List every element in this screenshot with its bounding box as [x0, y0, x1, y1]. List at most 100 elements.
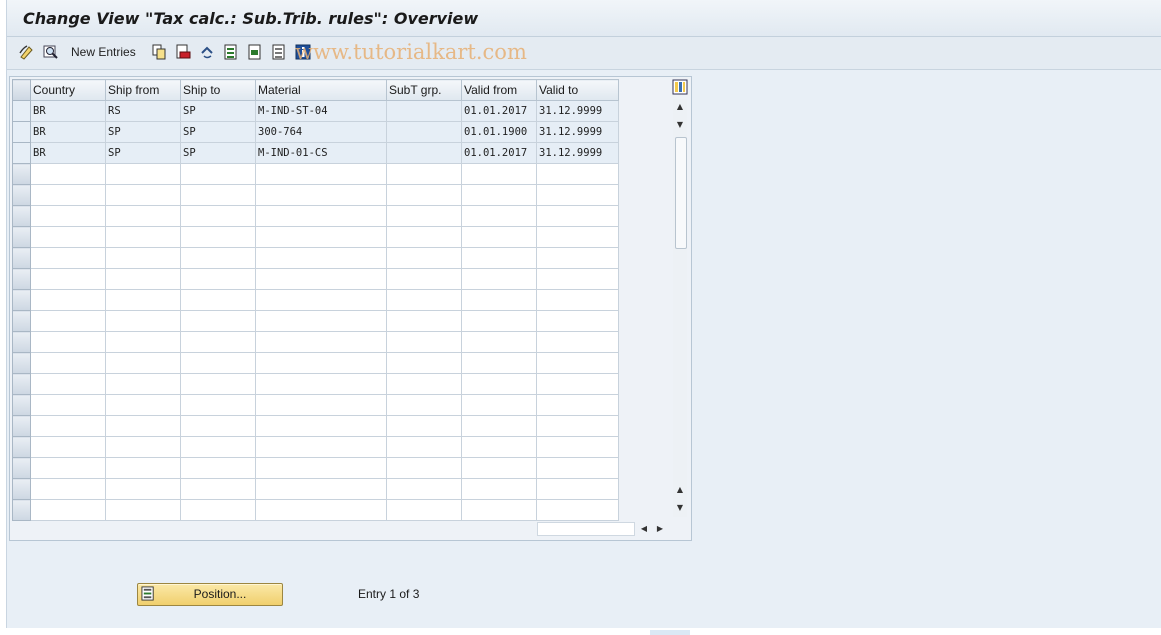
empty-cell[interactable] — [255, 226, 387, 248]
empty-cell[interactable] — [255, 394, 387, 416]
empty-cell[interactable] — [386, 457, 462, 479]
empty-cell[interactable] — [386, 268, 462, 290]
empty-cell[interactable] — [461, 394, 537, 416]
empty-cell[interactable] — [180, 457, 256, 479]
scroll-page-up-icon[interactable]: ▲ — [673, 482, 687, 496]
empty-cell[interactable] — [255, 457, 387, 479]
empty-cell[interactable] — [461, 184, 537, 206]
cell-subt-grp[interactable] — [386, 121, 462, 143]
empty-cell[interactable] — [255, 352, 387, 374]
scroll-left-icon[interactable]: ◀ — [637, 521, 651, 535]
empty-cell[interactable] — [536, 394, 619, 416]
empty-cell[interactable] — [180, 499, 256, 521]
cell-ship-to[interactable]: SP — [180, 100, 256, 122]
empty-cell[interactable] — [255, 205, 387, 227]
row-selector[interactable] — [12, 478, 31, 500]
empty-cell[interactable] — [180, 289, 256, 311]
find-button[interactable] — [43, 43, 59, 61]
cell-ship-from[interactable]: SP — [105, 121, 181, 143]
empty-cell[interactable] — [386, 352, 462, 374]
row-selector[interactable] — [12, 331, 31, 353]
empty-cell[interactable] — [536, 226, 619, 248]
empty-cell[interactable] — [461, 310, 537, 332]
scroll-right-icon[interactable]: ▶ — [653, 521, 667, 535]
empty-cell[interactable] — [180, 478, 256, 500]
empty-cell[interactable] — [30, 352, 106, 374]
empty-cell[interactable] — [461, 457, 537, 479]
vertical-scrollbar[interactable]: ▲ ▼ ▲ ▼ — [673, 99, 687, 517]
empty-cell[interactable] — [536, 289, 619, 311]
empty-cell[interactable] — [105, 436, 181, 458]
empty-cell[interactable] — [105, 394, 181, 416]
empty-cell[interactable] — [255, 373, 387, 395]
empty-cell[interactable] — [461, 331, 537, 353]
empty-cell[interactable] — [536, 163, 619, 185]
empty-cell[interactable] — [30, 226, 106, 248]
empty-cell[interactable] — [386, 184, 462, 206]
empty-cell[interactable] — [461, 268, 537, 290]
empty-cell[interactable] — [536, 184, 619, 206]
cell-ship-to[interactable]: SP — [180, 142, 256, 164]
row-selector[interactable] — [12, 310, 31, 332]
row-selector[interactable] — [12, 352, 31, 374]
empty-cell[interactable] — [105, 247, 181, 269]
empty-cell[interactable] — [386, 310, 462, 332]
empty-cell[interactable] — [255, 268, 387, 290]
row-selector[interactable] — [12, 289, 31, 311]
empty-cell[interactable] — [536, 331, 619, 353]
cell-country[interactable]: BR — [30, 121, 106, 143]
empty-cell[interactable] — [105, 499, 181, 521]
empty-cell[interactable] — [255, 247, 387, 269]
empty-cell[interactable] — [461, 247, 537, 269]
row-selector[interactable] — [12, 457, 31, 479]
empty-cell[interactable] — [30, 163, 106, 185]
empty-cell[interactable] — [255, 499, 387, 521]
empty-cell[interactable] — [461, 205, 537, 227]
row-selector[interactable] — [12, 247, 31, 269]
empty-cell[interactable] — [180, 205, 256, 227]
empty-cell[interactable] — [461, 289, 537, 311]
empty-cell[interactable] — [461, 226, 537, 248]
change-display-button[interactable] — [19, 43, 35, 61]
cell-country[interactable]: BR — [30, 100, 106, 122]
cell-valid-from[interactable]: 01.01.2017 — [461, 142, 537, 164]
cell-material[interactable]: M-IND-01-CS — [255, 142, 387, 164]
empty-cell[interactable] — [255, 478, 387, 500]
empty-cell[interactable] — [30, 478, 106, 500]
empty-cell[interactable] — [180, 310, 256, 332]
empty-cell[interactable] — [386, 331, 462, 353]
empty-cell[interactable] — [30, 331, 106, 353]
empty-cell[interactable] — [461, 478, 537, 500]
empty-cell[interactable] — [461, 373, 537, 395]
empty-cell[interactable] — [536, 352, 619, 374]
cell-valid-to[interactable]: 31.12.9999 — [536, 142, 619, 164]
empty-cell[interactable] — [536, 205, 619, 227]
empty-cell[interactable] — [386, 499, 462, 521]
empty-cell[interactable] — [386, 415, 462, 437]
empty-cell[interactable] — [461, 436, 537, 458]
cell-valid-to[interactable]: 31.12.9999 — [536, 121, 619, 143]
scroll-down-icon[interactable]: ▼ — [673, 117, 687, 131]
row-selector[interactable] — [12, 163, 31, 185]
empty-cell[interactable] — [386, 478, 462, 500]
column-header-valid-to[interactable]: Valid to — [536, 79, 619, 101]
empty-cell[interactable] — [180, 415, 256, 437]
empty-cell[interactable] — [536, 436, 619, 458]
cell-ship-from[interactable]: SP — [105, 142, 181, 164]
empty-cell[interactable] — [105, 268, 181, 290]
row-selector[interactable] — [12, 121, 31, 143]
empty-cell[interactable] — [461, 499, 537, 521]
empty-cell[interactable] — [386, 226, 462, 248]
scrollbar-thumb[interactable] — [675, 137, 687, 249]
row-selector[interactable] — [12, 268, 31, 290]
empty-cell[interactable] — [30, 310, 106, 332]
empty-cell[interactable] — [255, 184, 387, 206]
undo-change-button[interactable] — [199, 43, 215, 61]
column-header-country[interactable]: Country — [30, 79, 106, 101]
empty-cell[interactable] — [536, 247, 619, 269]
column-header-valid-from[interactable]: Valid from — [461, 79, 537, 101]
deselect-all-button[interactable] — [271, 43, 287, 61]
empty-cell[interactable] — [30, 373, 106, 395]
delete-button[interactable] — [175, 43, 191, 61]
empty-cell[interactable] — [30, 247, 106, 269]
